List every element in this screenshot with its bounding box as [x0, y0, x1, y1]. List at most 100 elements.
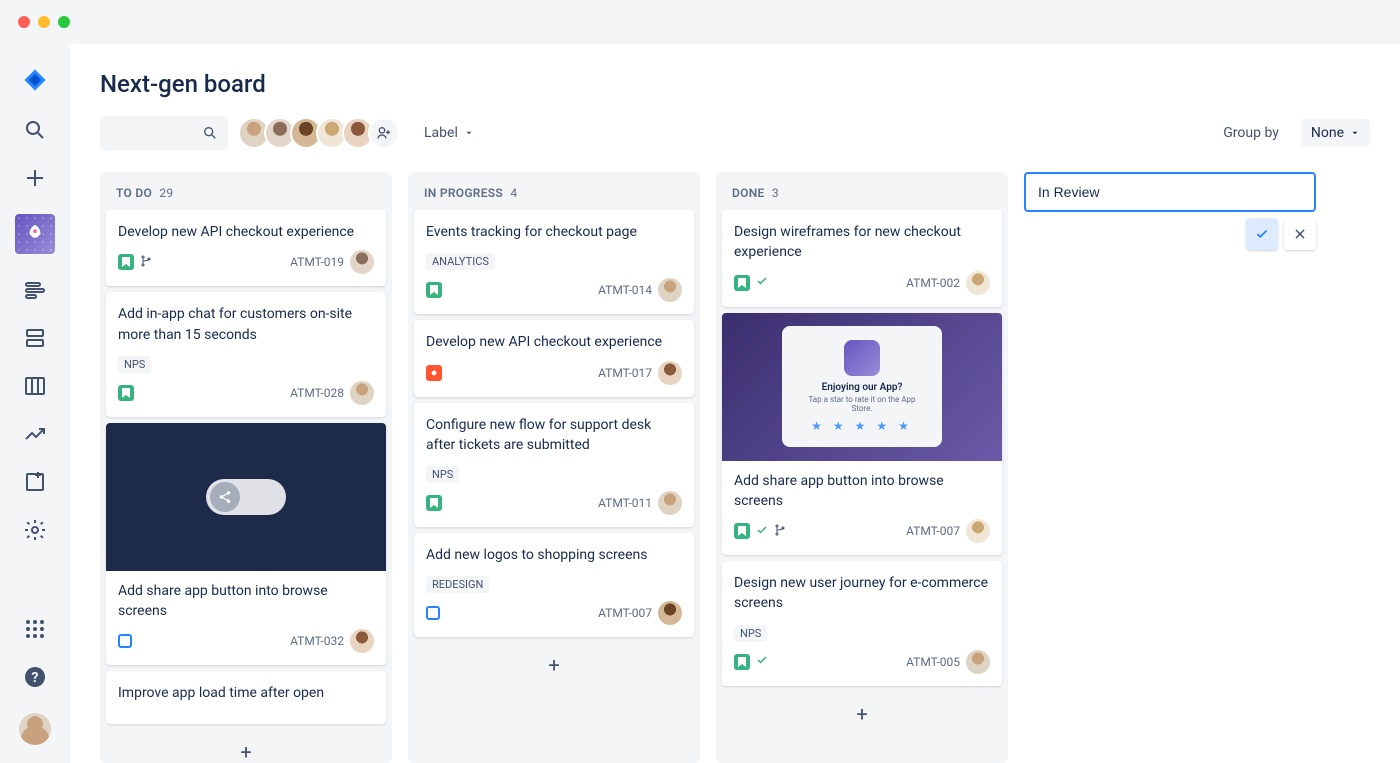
card-title: Add in-app chat for customers on-site mo… [118, 304, 374, 345]
column-count: 3 [772, 186, 779, 200]
svg-text:?: ? [32, 670, 39, 686]
assignee-avatar[interactable] [350, 629, 374, 653]
card-key: ATMT-032 [290, 634, 344, 648]
project-icon[interactable] [15, 214, 55, 254]
board-icon[interactable] [23, 374, 47, 398]
apps-icon[interactable] [23, 617, 47, 641]
assignee-avatar[interactable] [658, 491, 682, 515]
column-body: Design wireframes for new checkout exper… [716, 210, 1008, 763]
global-sidebar: ? [0, 44, 70, 763]
column-name: TO DO [116, 186, 152, 200]
issue-card[interactable]: Develop new API checkout experience ATMT-… [414, 320, 694, 396]
group-by-dropdown[interactable]: None [1301, 119, 1370, 147]
add-people-button[interactable] [368, 117, 400, 149]
check-icon [1255, 227, 1269, 241]
card-title: Develop new API checkout experience [426, 332, 682, 352]
issue-card[interactable]: Add new logos to shopping screensREDESIG… [414, 533, 694, 637]
issue-card[interactable]: Improve app load time after open [106, 671, 386, 723]
confirm-button[interactable] [1246, 218, 1278, 250]
column-header[interactable]: DONE 3 [716, 172, 1008, 210]
done-check-icon [756, 275, 768, 290]
assignee-avatar[interactable] [966, 519, 990, 543]
add-card-button[interactable]: + [106, 730, 386, 763]
card-tag: ANALYTICS [426, 253, 495, 270]
minimize-window-icon[interactable] [38, 16, 50, 28]
assignee-avatar[interactable] [658, 278, 682, 302]
issue-card[interactable]: Add share app button into browse screens… [106, 423, 386, 666]
search-icon[interactable] [23, 118, 47, 142]
chevron-down-icon [1350, 128, 1360, 138]
card-title: Add new logos to shopping screens [426, 545, 682, 565]
board-column: TO DO 29 Develop new API checkout experie… [100, 172, 392, 763]
assignee-filter-avatars [238, 117, 400, 149]
card-title: Design wireframes for new checkout exper… [734, 222, 990, 263]
card-tag: NPS [734, 625, 767, 642]
issue-card[interactable]: Add in-app chat for customers on-site mo… [106, 292, 386, 417]
card-key: ATMT-005 [906, 655, 960, 669]
add-card-button[interactable]: + [722, 692, 1002, 736]
rating-title: Enjoying our App? [800, 382, 924, 393]
card-tag: NPS [426, 466, 459, 483]
column-count: 29 [159, 186, 173, 200]
close-window-icon[interactable] [18, 16, 30, 28]
board-column: IN PROGRESS 4Events tracking for checkou… [408, 172, 700, 763]
profile-avatar[interactable] [19, 713, 51, 745]
assignee-avatar[interactable] [658, 601, 682, 625]
add-card-button[interactable]: + [414, 643, 694, 687]
story-type-icon [734, 654, 750, 670]
share-icon [210, 482, 240, 512]
reports-icon[interactable] [23, 422, 47, 446]
add-item-icon[interactable] [23, 470, 47, 494]
assignee-avatar[interactable] [658, 361, 682, 385]
cancel-button[interactable] [1284, 218, 1316, 250]
issue-card[interactable]: Design new user journey for e-commerce s… [722, 561, 1002, 686]
story-type-icon [426, 495, 442, 511]
task-type-icon [426, 606, 440, 620]
group-by-value: None [1311, 125, 1344, 141]
assignee-avatar[interactable] [350, 250, 374, 274]
column-name: IN PROGRESS [424, 186, 503, 200]
done-check-icon [756, 524, 768, 539]
column-header[interactable]: IN PROGRESS 4 [408, 172, 700, 210]
page-title: Next-gen board [100, 70, 1370, 98]
card-title: Events tracking for checkout page [426, 222, 682, 242]
new-column-name-input[interactable] [1024, 172, 1316, 212]
new-column-form [1024, 172, 1316, 763]
label-filter-dropdown[interactable]: Label [424, 125, 474, 141]
card-title: Add share app button into browse screens [734, 471, 990, 512]
card-title: Design new user journey for e-commerce s… [734, 573, 990, 614]
settings-icon[interactable] [23, 518, 47, 542]
assignee-avatar[interactable] [966, 271, 990, 295]
issue-card[interactable]: Events tracking for checkout page ANALYTI… [414, 210, 694, 314]
label-filter-text: Label [424, 125, 458, 141]
roadmap-icon[interactable] [23, 278, 47, 302]
create-icon[interactable] [23, 166, 47, 190]
issue-card[interactable]: Configure new flow for support desk afte… [414, 403, 694, 528]
column-header[interactable]: TO DO 29 [100, 172, 392, 210]
card-key: ATMT-011 [598, 496, 652, 510]
column-name: DONE [732, 186, 765, 200]
card-title: Develop new API checkout experience [118, 222, 374, 242]
card-key: ATMT-007 [906, 524, 960, 538]
jira-logo-icon[interactable] [21, 66, 49, 94]
window-chrome [0, 0, 1400, 44]
assignee-avatar[interactable] [966, 650, 990, 674]
issue-card[interactable]: Develop new API checkout experienceATMT-… [106, 210, 386, 286]
backlog-icon[interactable] [23, 326, 47, 350]
kanban-board: TO DO 29 Develop new API checkout experie… [100, 172, 1370, 763]
board-search-input[interactable] [100, 116, 228, 150]
card-key: ATMT-017 [598, 366, 652, 380]
card-key: ATMT-014 [598, 283, 652, 297]
done-check-icon [756, 654, 768, 669]
main-content: Next-gen board Label Group by [70, 44, 1400, 763]
card-cover-image: Enjoying our App?Tap a star to rate it o… [722, 313, 1002, 461]
help-icon[interactable]: ? [23, 665, 47, 689]
board-toolbar: Label Group by None [100, 116, 1370, 150]
assignee-avatar[interactable] [350, 381, 374, 405]
issue-card[interactable]: Design wireframes for new checkout exper… [722, 210, 1002, 307]
story-type-icon [118, 254, 134, 270]
issue-card[interactable]: Enjoying our App?Tap a star to rate it o… [722, 313, 1002, 556]
maximize-window-icon[interactable] [58, 16, 70, 28]
rating-stars-icon: ★ ★ ★ ★ ★ [800, 419, 924, 433]
column-body: Develop new API checkout experience ATMT-… [100, 210, 392, 763]
